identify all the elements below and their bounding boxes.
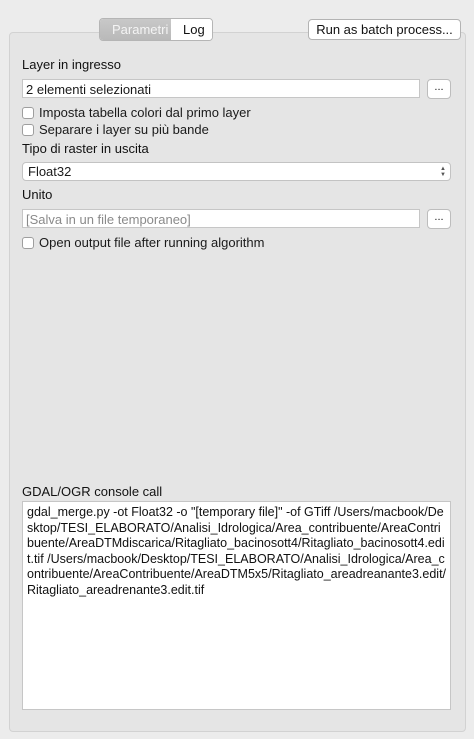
color-table-option[interactable]: Imposta tabella colori dal primo layer	[22, 105, 251, 120]
output-browse-button[interactable]: ...	[427, 209, 451, 229]
select-arrows-icon: ▲ ▼	[440, 165, 446, 178]
raster-type-select[interactable]: Float32 ▲ ▼	[22, 162, 451, 181]
separate-bands-checkbox[interactable]	[22, 123, 34, 136]
open-output-option[interactable]: Open output file after running algorithm	[22, 235, 264, 250]
separate-bands-label: Separare i layer su più bande	[39, 122, 209, 137]
raster-type-value: Float32	[28, 164, 72, 179]
output-field[interactable]: [Salva in un file temporaneo]	[22, 209, 420, 228]
color-table-label: Imposta tabella colori dal primo layer	[39, 105, 251, 120]
tab-log[interactable]: Log	[171, 19, 212, 40]
open-output-checkbox[interactable]	[22, 236, 34, 249]
console-label: GDAL/OGR console call	[22, 484, 163, 499]
color-table-checkbox[interactable]	[22, 106, 34, 119]
tab-parametri[interactable]: Parametri	[100, 19, 171, 40]
run-batch-button[interactable]: Run as batch process...	[308, 19, 461, 40]
raster-type-label: Tipo di raster in uscita	[22, 141, 149, 156]
separate-bands-option[interactable]: Separare i layer su più bande	[22, 122, 209, 137]
output-label: Unito	[22, 187, 53, 202]
open-output-label: Open output file after running algorithm	[39, 235, 265, 250]
input-layer-browse-button[interactable]: ...	[427, 79, 451, 99]
console-call-text[interactable]: gdal_merge.py -ot Float32 -o "[temporary…	[22, 501, 451, 710]
input-layer-field[interactable]: 2 elementi selezionati	[22, 79, 420, 98]
tab-bar: Parametri Log	[99, 18, 213, 41]
input-layer-label: Layer in ingresso	[22, 57, 121, 72]
